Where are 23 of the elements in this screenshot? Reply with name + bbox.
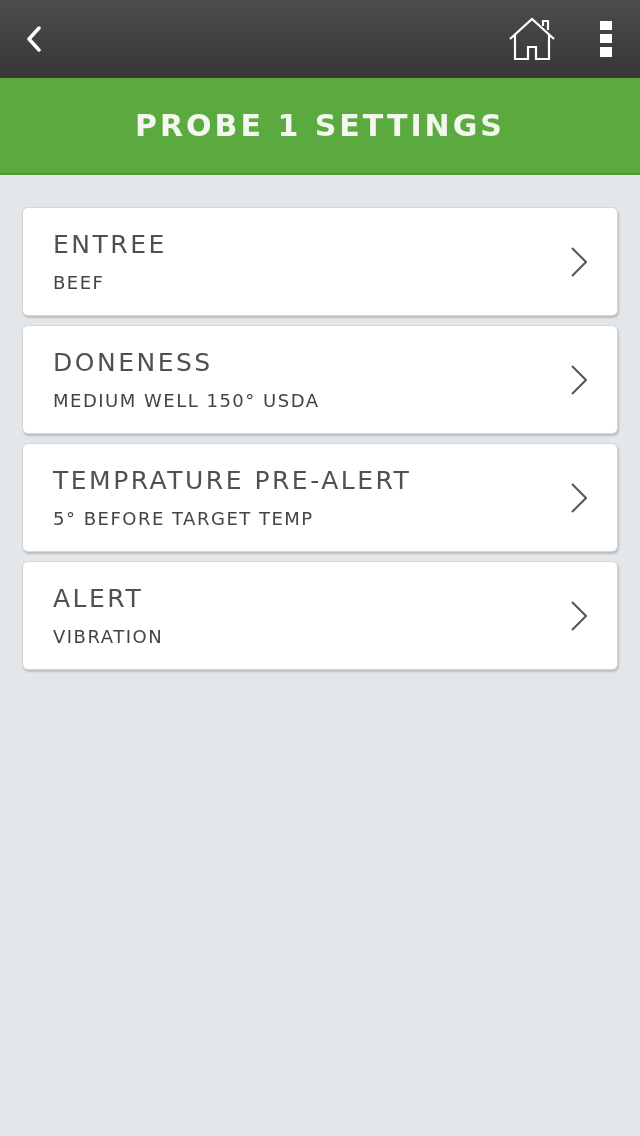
setting-value: VIBRATION xyxy=(53,625,164,648)
page-title: PROBE 1 SETTINGS xyxy=(135,107,505,145)
setting-label: DONENESS xyxy=(53,347,214,378)
setting-value: MEDIUM WELL 150° USDA xyxy=(53,389,320,412)
home-button[interactable] xyxy=(508,17,556,61)
setting-label: ALERT xyxy=(53,583,145,614)
setting-row[interactable]: TEMPRATURE PRE-ALERT 5° BEFORE TARGET TEMP xyxy=(22,443,618,552)
setting-label: TEMPRATURE PRE-ALERT xyxy=(53,465,412,496)
setting-value: BEEF xyxy=(53,271,106,294)
back-chevron-icon xyxy=(26,26,42,52)
chevron-right-icon xyxy=(571,600,587,631)
more-menu-button[interactable] xyxy=(600,21,612,57)
setting-row[interactable]: ENTREE BEEF xyxy=(22,207,618,316)
home-icon xyxy=(508,17,556,61)
setting-value: 5° BEFORE TARGET TEMP xyxy=(53,507,315,530)
setting-label: ENTREE xyxy=(53,229,167,260)
chevron-right-icon xyxy=(571,246,587,277)
chevron-right-icon xyxy=(571,364,587,395)
setting-row[interactable]: DONENESS MEDIUM WELL 150° USDA xyxy=(22,325,618,434)
back-button[interactable] xyxy=(24,25,44,53)
more-vertical-icon xyxy=(600,21,612,57)
chevron-right-icon xyxy=(571,482,587,513)
setting-row[interactable]: ALERT VIBRATION xyxy=(22,561,618,670)
